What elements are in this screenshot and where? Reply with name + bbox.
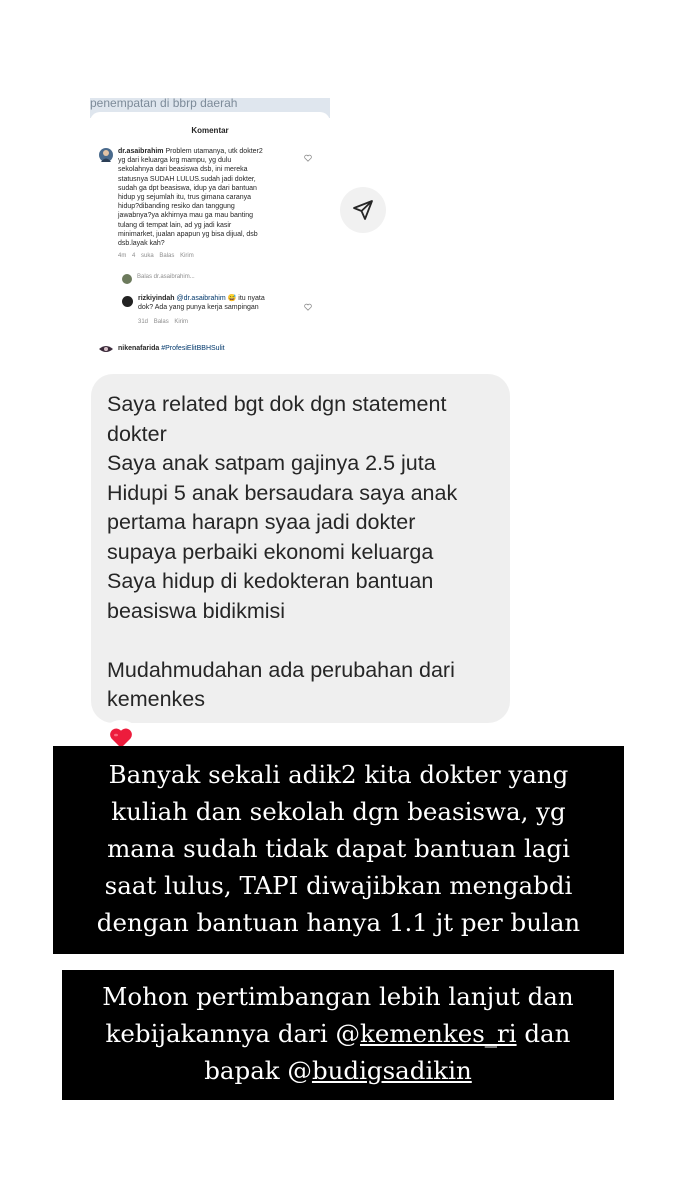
comment-meta: 4m 4 suka Balas Kirim (118, 253, 194, 259)
reply-input-hint[interactable]: Balas dr.asaibrahim... (137, 274, 195, 280)
avatar-photo-icon (101, 150, 111, 162)
comment-line: sekolahnya dari beasiswa dsb, ini mereka (118, 166, 248, 174)
caption-text: dan (516, 1019, 571, 1048)
comment-line: yg dari keluarga krg mampu, yg dulu (118, 157, 232, 165)
mention-link[interactable]: @dr.asaibrahim (177, 295, 226, 302)
caption-line: kuliah dan sekolah dgn beasiswa, yg (111, 797, 566, 826)
comment-line: itu nyata (238, 295, 265, 302)
comment-time: 4m (118, 253, 127, 259)
send-button[interactable] (340, 187, 386, 233)
comment-time: 31d (138, 319, 149, 325)
like-heart-icon[interactable] (304, 154, 312, 162)
comment-body: dr.asaibrahim Problem utamanya, utk dokt… (118, 147, 308, 248)
comment-line: hidup?dibanding resiko dan tanggung (118, 203, 235, 211)
comment-line: Problem utamanya, utk dokter2 (165, 148, 263, 155)
emoji: 😅 (227, 295, 237, 302)
message-text: Saya related bgt dok dgn statement dokte… (107, 392, 458, 711)
hashtag-link[interactable]: #ProfesiElitBBHSulit (161, 345, 224, 352)
avatar[interactable] (99, 148, 113, 162)
caption-box: Banyak sekali adik2 kita dokter yang kul… (53, 746, 624, 954)
avatar[interactable] (122, 296, 133, 307)
like-heart-icon[interactable] (304, 303, 312, 311)
reply-link[interactable]: Balas (154, 319, 169, 325)
eye-avatar-icon[interactable] (98, 344, 114, 354)
comment-likes[interactable]: 4 suka (132, 253, 154, 259)
comment-line: tulang di tempat lain, ad yg jadi kasir (118, 221, 232, 229)
peek-caption-text: penempatan di bbrp daerah (90, 98, 238, 110)
comment-line: minimarket, jualan apapun yg bisa dijual… (118, 230, 258, 238)
comment-line: hidup yg sejumlah itu, trus gimana caran… (118, 194, 252, 202)
comment-line: jawabnya?ya akhirnya mau ga mau banting (118, 212, 254, 220)
comment-line: dok? Ada yang punya kerja sampingan (138, 304, 259, 312)
caption-line: kebijakannya dari @kemenkes_ri dan (62, 1019, 614, 1049)
caption-line: Mohon pertimbangan lebih lanjut dan (102, 982, 574, 1011)
comment-line: dsb.layak kah? (118, 240, 165, 248)
mention-kemenkes-link[interactable]: kemenkes_ri (360, 1019, 517, 1048)
caption-line: mana sudah tidak dapat bantuan lagi (107, 834, 570, 863)
avatar (122, 274, 132, 284)
comment-username[interactable]: rizkiyindah (138, 295, 175, 302)
caption-line: Banyak sekali adik2 kita dokter yang (108, 760, 569, 789)
comment-line: sudah ga dpt beasiswa, idup ya dari bant… (118, 184, 257, 192)
reply-link[interactable]: Balas (159, 253, 174, 259)
comment-line: statusnya SUDAH LULUS.sudah jadi dokter, (118, 175, 256, 183)
comment-username[interactable]: nikenafarida (118, 345, 159, 352)
caption-text: bapak @ (204, 1056, 312, 1085)
caption-box: Mohon pertimbangan lebih lanjut dan kebi… (62, 970, 614, 1100)
send-link[interactable]: Kirim (174, 319, 188, 325)
caption-line: saat lulus, TAPI diwajibkan mengabdi (104, 871, 573, 900)
comment-meta: 31d Balas Kirim (138, 319, 188, 325)
caption-text: kebijakannya dari @ (105, 1019, 360, 1048)
comment-username[interactable]: dr.asaibrahim (118, 148, 164, 155)
comment-body: rizkiyindah @dr.asaibrahim 😅 itu nyata d… (138, 294, 313, 312)
comments-sheet: Komentar dr.asaibrahim Problem utamanya,… (90, 112, 330, 356)
caption-line: bapak @budigsadikin (62, 1056, 614, 1086)
paper-plane-icon (353, 200, 373, 220)
send-link[interactable]: Kirim (180, 253, 194, 259)
caption-line: dengan bantuan hanya 1.1 jt per bulan (96, 908, 581, 937)
mention-budigsadikin-link[interactable]: budigsadikin (312, 1056, 472, 1085)
comments-screenshot: penempatan di bbrp daerah Komentar dr.as… (90, 98, 330, 356)
comments-title: Komentar (191, 126, 229, 135)
comment-body: nikenafarida #ProfesiElitBBHSulit (118, 344, 318, 353)
